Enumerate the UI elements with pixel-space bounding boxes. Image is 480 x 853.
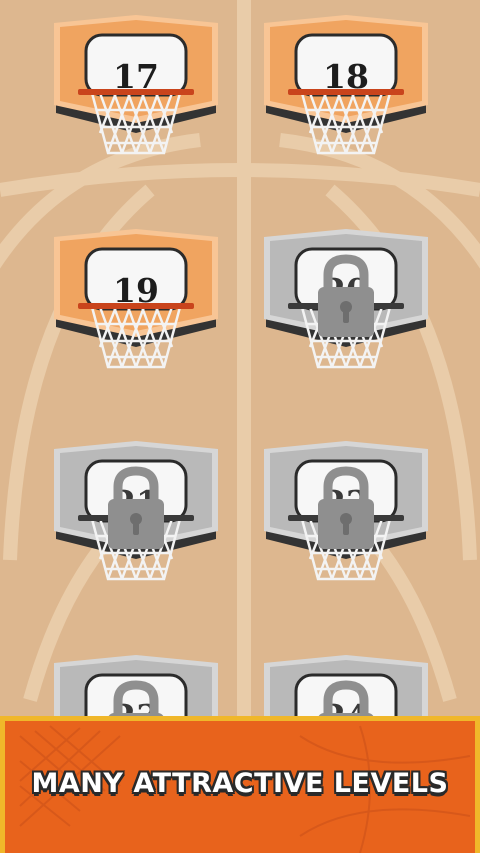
level-number: 17	[113, 57, 159, 96]
level-18-button[interactable]: 18	[262, 15, 430, 165]
level-22-locked[interactable]: 22	[262, 441, 430, 591]
level-number: 18	[323, 57, 369, 96]
level-19-button[interactable]: 19	[52, 229, 220, 379]
level-number: 19	[113, 271, 159, 310]
banner: MANY ATTRACTIVE LEVELS	[0, 716, 480, 853]
level-20-locked[interactable]: 20	[262, 229, 430, 379]
banner-title: MANY ATTRACTIVE LEVELS	[31, 768, 449, 799]
level-21-locked[interactable]: 21	[52, 441, 220, 591]
level-17-button[interactable]: 17	[52, 15, 220, 165]
